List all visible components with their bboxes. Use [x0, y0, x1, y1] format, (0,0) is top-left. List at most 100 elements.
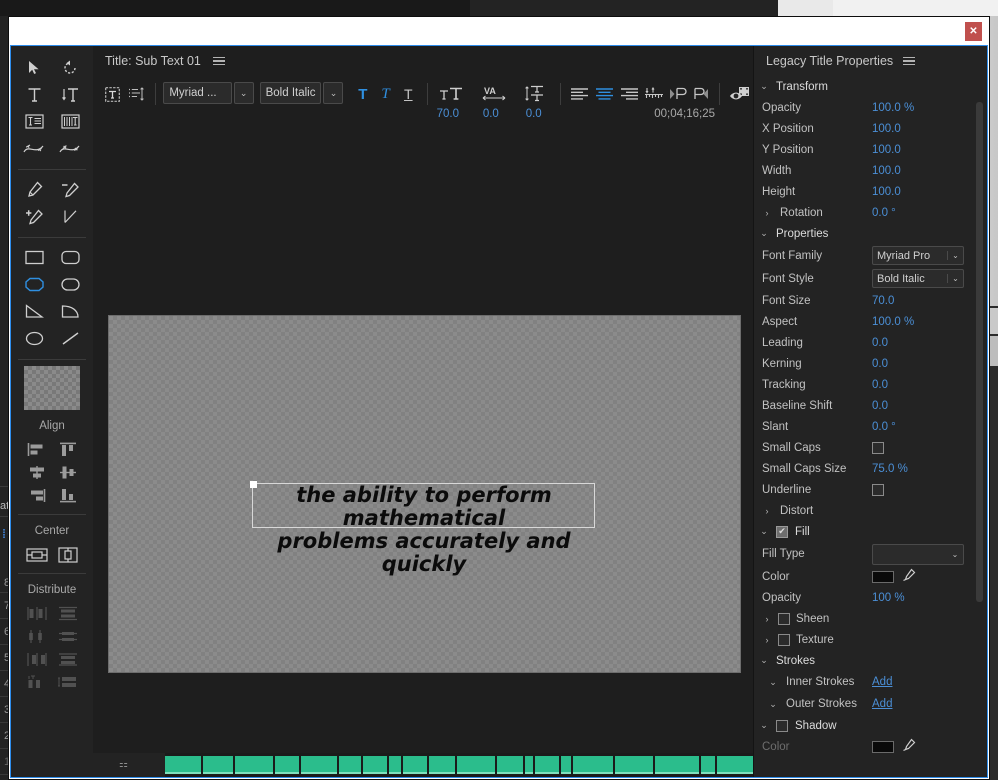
property-font-size[interactable]: Font Size 70.0 [754, 290, 987, 311]
delete-anchor-point-tool[interactable] [57, 179, 83, 200]
bold-button[interactable]: T [351, 82, 374, 106]
font-family-dropdown-button[interactable]: ⌄ [233, 82, 254, 104]
distribute-vertical-center-button[interactable] [55, 627, 80, 646]
property-width[interactable]: Width 100.0 [754, 160, 987, 181]
chevron-down-icon[interactable]: ⌄ [759, 720, 769, 731]
font-family-select[interactable]: Myriad ... [163, 82, 232, 104]
property-value[interactable]: 0.0 [872, 400, 888, 412]
section-properties[interactable]: ⌄ Properties [754, 223, 987, 244]
property-value[interactable]: 75.0 [872, 463, 894, 475]
distribute-top-button[interactable] [55, 604, 80, 623]
underline-checkbox[interactable] [872, 483, 884, 496]
font-family-dropdown[interactable]: Myriad Pro ⌄ [872, 246, 964, 265]
property-x-position[interactable]: X Position 100.0 [754, 118, 987, 139]
type-tool[interactable] [21, 84, 47, 105]
close-button[interactable]: ✕ [965, 22, 982, 41]
chevron-down-icon[interactable]: ⌄ [759, 526, 769, 537]
property-leading[interactable]: Leading 0.0 [754, 332, 987, 353]
fill-color-swatch[interactable] [872, 570, 894, 583]
fill-type-dropdown[interactable]: ⌄ [872, 543, 964, 565]
outer-strokes-add-link[interactable]: Add [872, 698, 892, 710]
vertical-type-tool[interactable] [57, 84, 83, 105]
distribute-right-button[interactable] [24, 650, 49, 669]
ellipse-tool[interactable] [21, 328, 47, 349]
align-left-button[interactable] [24, 440, 49, 459]
chevron-down-icon[interactable]: ⌄ [759, 81, 769, 92]
line-tool[interactable] [57, 328, 83, 349]
color-swatch[interactable] [24, 366, 80, 410]
align-left-text-button[interactable] [568, 82, 593, 106]
rounded-rectangle-tool[interactable] [57, 274, 83, 295]
section-fill[interactable]: ⌄ ✔ Fill [754, 521, 987, 542]
clipped-corner-rectangle-tool[interactable] [21, 274, 47, 295]
sheen-checkbox[interactable] [778, 612, 790, 625]
property-sheen[interactable]: › Sheen [754, 608, 987, 629]
pen-tool[interactable] [21, 179, 47, 200]
roll-crawl-options-button[interactable] [124, 82, 149, 106]
underline-button[interactable]: T [397, 82, 420, 106]
property-opacity[interactable]: Opacity 100.0 % [754, 97, 987, 118]
convert-anchor-point-tool[interactable] [57, 206, 83, 227]
timeline-clips[interactable] [165, 756, 753, 774]
rounded-corner-rectangle-tool[interactable] [57, 247, 83, 268]
chevron-down-icon[interactable]: ⌄ [768, 677, 778, 688]
property-value[interactable]: 100.0 [872, 186, 901, 198]
property-fill-type[interactable]: Fill Type ⌄ [754, 542, 987, 566]
align-right-text-button[interactable] [617, 82, 642, 106]
property-small-caps-size[interactable]: Small Caps Size 75.0 % [754, 458, 987, 479]
tab-right-button[interactable] [689, 82, 712, 106]
title-type-tool-button[interactable] [101, 82, 124, 106]
rectangle-tool[interactable] [21, 247, 47, 268]
property-font-family[interactable]: Font Family Myriad Pro ⌄ [754, 244, 987, 267]
distribute-horizontal-center-button[interactable] [24, 627, 49, 646]
properties-scrollbar[interactable] [976, 102, 983, 602]
chevron-right-icon[interactable]: › [762, 506, 772, 516]
distribute-bottom-button[interactable] [55, 650, 80, 669]
property-tracking[interactable]: Tracking 0.0 [754, 374, 987, 395]
property-distort[interactable]: › Distort [754, 500, 987, 521]
property-fill-color[interactable]: Color [754, 566, 987, 587]
chevron-right-icon[interactable]: › [762, 208, 772, 218]
chevron-down-icon[interactable]: ⌄ [768, 699, 778, 710]
align-top-button[interactable] [55, 440, 80, 459]
kerning-button[interactable]: VA 0.0 [475, 82, 513, 120]
property-value[interactable]: 100.0 [872, 123, 901, 135]
align-bottom-button[interactable] [55, 486, 80, 505]
property-aspect[interactable]: Aspect 100.0 % [754, 311, 987, 332]
property-small-caps[interactable]: Small Caps [754, 437, 987, 458]
chevron-right-icon[interactable]: › [762, 635, 772, 645]
vertical-path-type-tool[interactable] [57, 138, 83, 159]
property-value[interactable]: 100 [872, 592, 891, 604]
rotation-tool[interactable] [57, 57, 83, 78]
property-value[interactable]: 0.0 [872, 379, 888, 391]
add-anchor-point-tool[interactable] [21, 206, 47, 227]
property-outer-strokes[interactable]: ⌄ Outer Strokes Add [754, 693, 987, 715]
small-caps-checkbox[interactable] [872, 441, 884, 454]
property-y-position[interactable]: Y Position 100.0 [754, 139, 987, 160]
property-underline[interactable]: Underline [754, 479, 987, 500]
property-font-style[interactable]: Font Style Bold Italic ⌄ [754, 267, 987, 290]
property-value[interactable]: 100.0 [872, 316, 901, 328]
inner-strokes-add-link[interactable]: Add [872, 676, 892, 688]
property-value[interactable]: 100.0 [872, 144, 901, 156]
selection-tool[interactable] [21, 57, 47, 78]
property-value[interactable]: 0.0 ° [872, 207, 896, 219]
show-background-video-button[interactable] [727, 82, 754, 106]
property-value[interactable]: 0.0 ° [872, 421, 896, 433]
arc-tool[interactable] [57, 301, 83, 322]
property-value[interactable]: 70.0 [872, 295, 894, 307]
area-type-tool[interactable] [21, 111, 47, 132]
tab-stops-button[interactable] [642, 82, 667, 106]
property-value[interactable]: 0.0 [872, 337, 888, 349]
font-style-dropdown-button[interactable]: ⌄ [323, 82, 344, 104]
property-baseline-shift[interactable]: Baseline Shift 0.0 [754, 395, 987, 416]
properties-menu-icon[interactable] [903, 56, 916, 66]
chevron-right-icon[interactable]: › [762, 614, 772, 624]
center-horizontally-button[interactable] [24, 545, 49, 564]
tab-left-button[interactable] [666, 82, 689, 106]
distribute-even-spacing-horizontal-button[interactable] [24, 673, 49, 692]
property-fill-opacity[interactable]: Opacity 100 % [754, 587, 987, 608]
align-center-text-button[interactable] [592, 82, 617, 106]
path-type-tool[interactable] [21, 138, 47, 159]
property-rotation[interactable]: › Rotation 0.0 ° [754, 202, 987, 223]
